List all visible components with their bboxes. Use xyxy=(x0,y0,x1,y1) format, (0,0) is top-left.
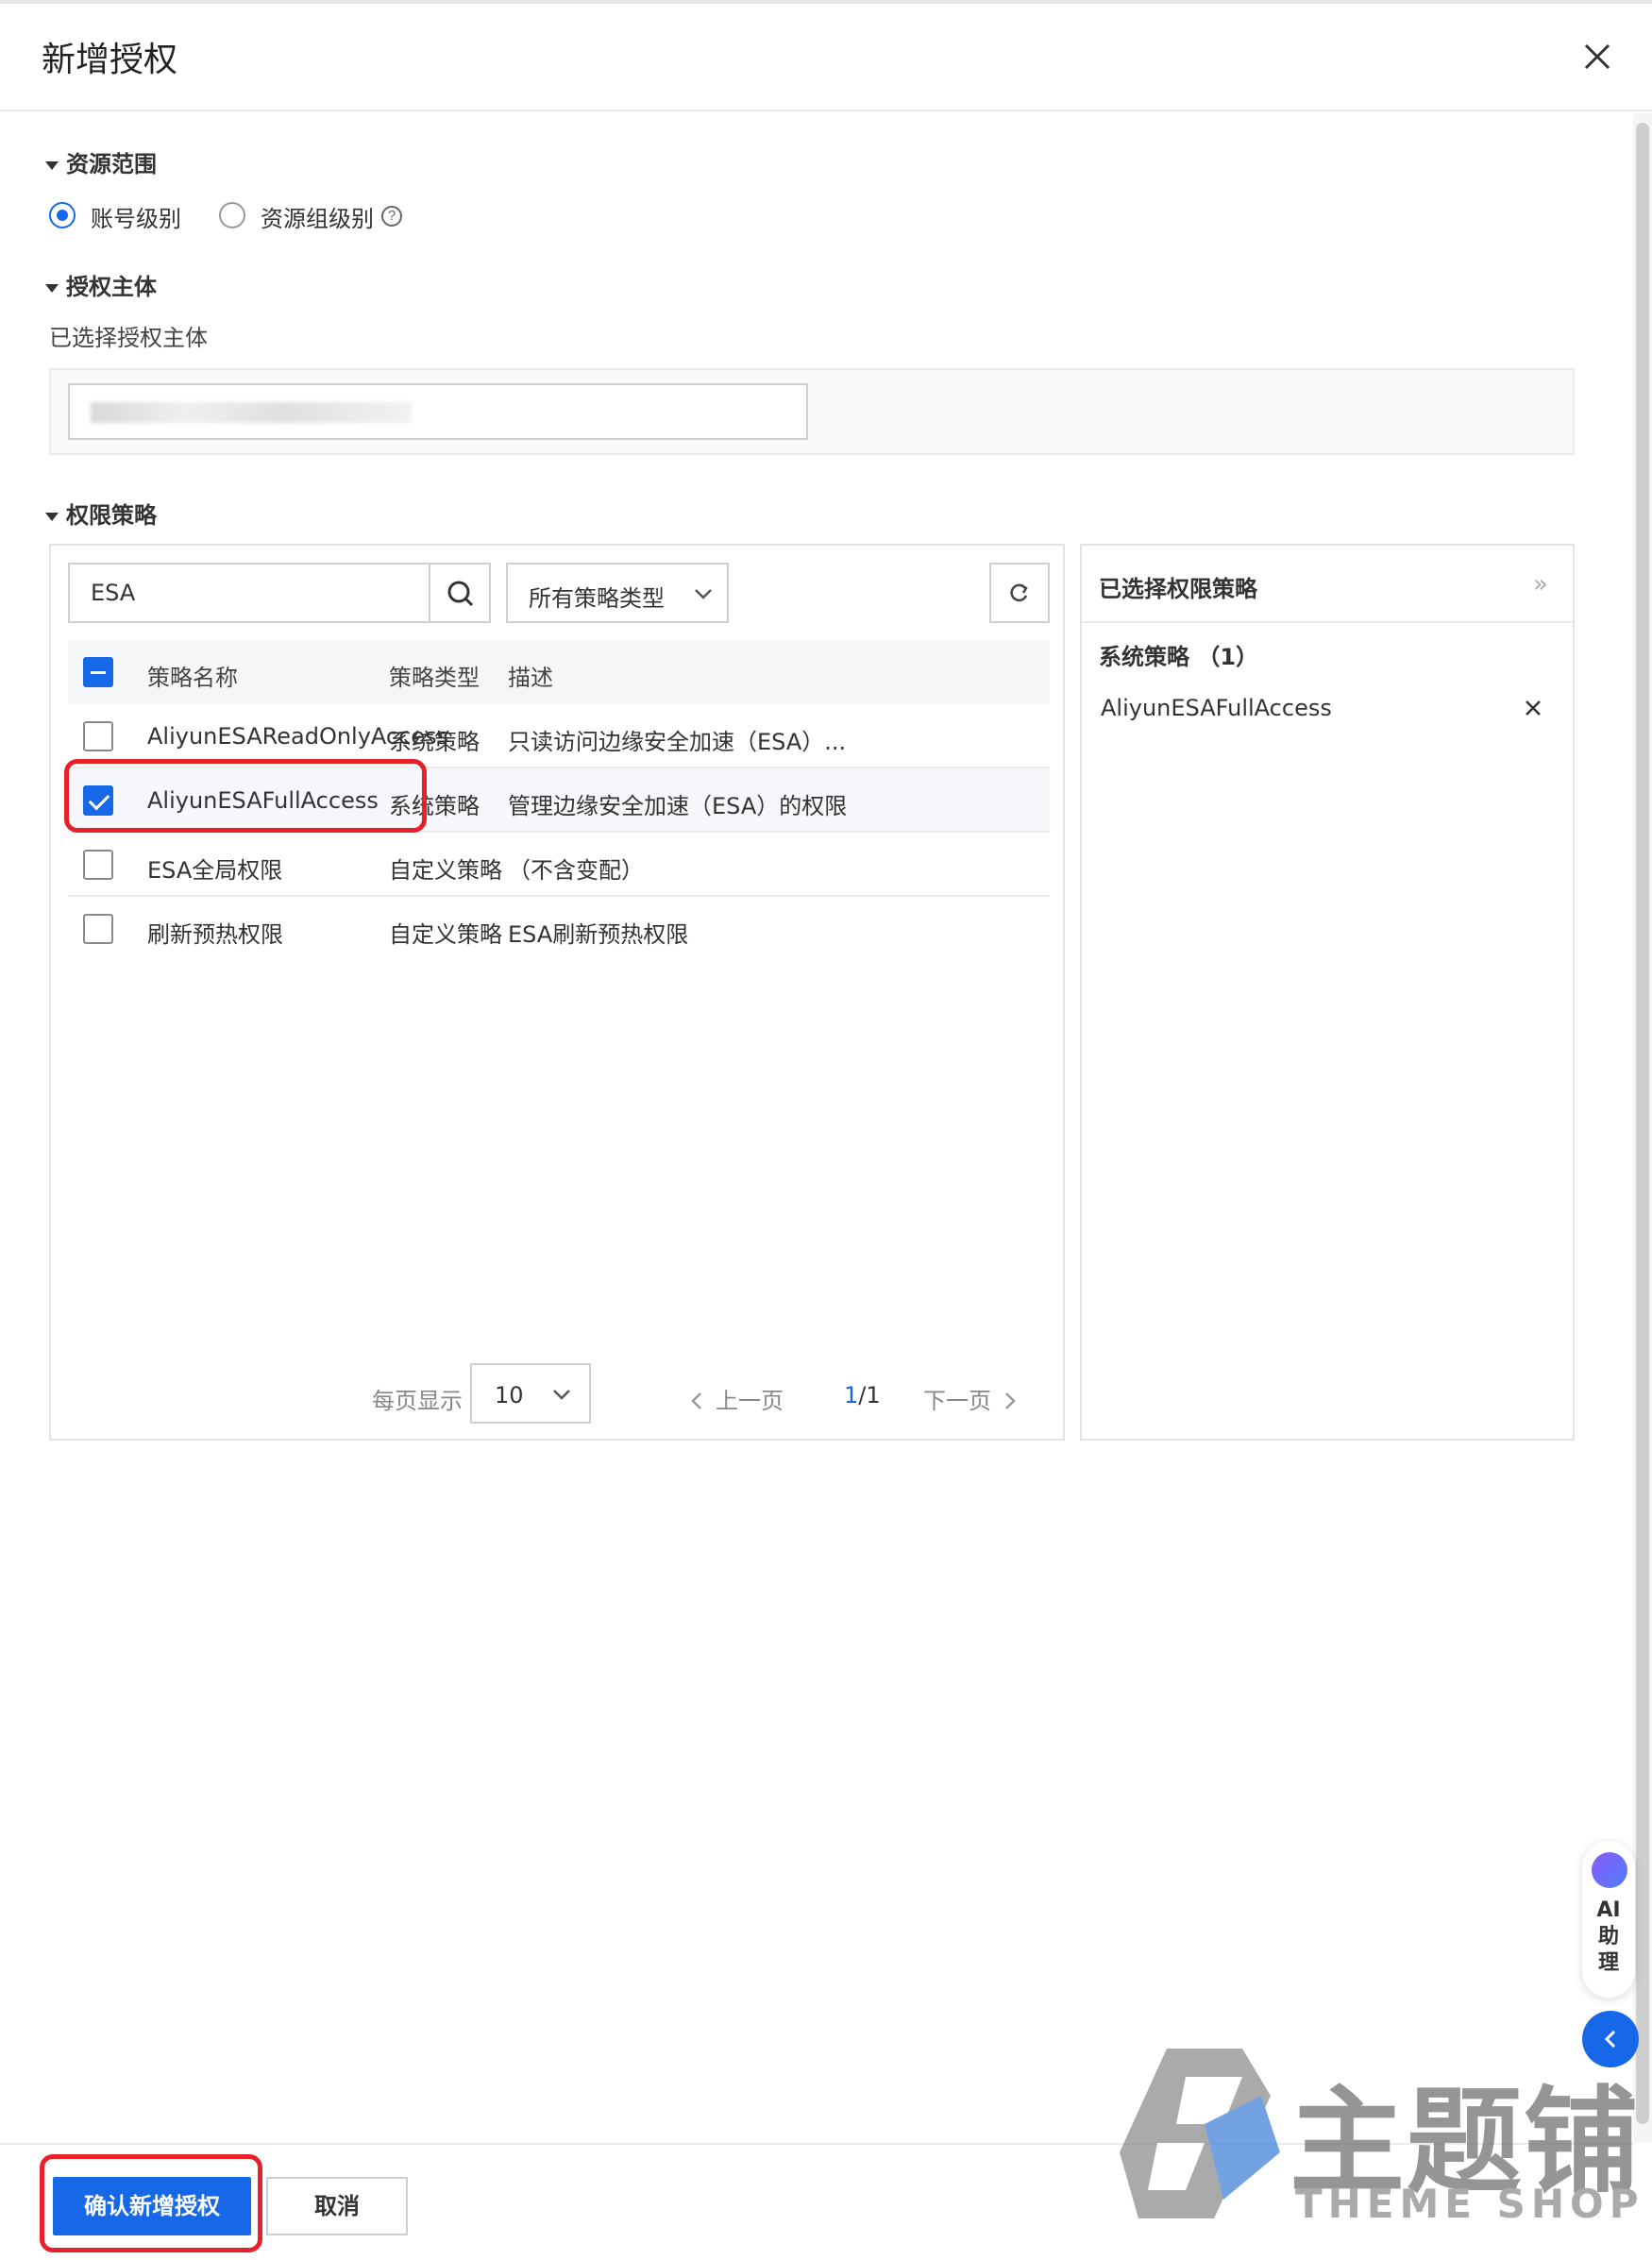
question-circle-icon[interactable]: ? xyxy=(381,206,402,227)
watermark-en: THEME SHOP xyxy=(1295,2181,1644,2227)
selected-policy-item: AliyunESAFullAccess xyxy=(1101,695,1332,721)
policy-name: ESA全局权限 xyxy=(147,857,283,884)
table-row[interactable]: ESA全局权限 自定义策略 （不含变配） xyxy=(68,833,1050,897)
scrollbar[interactable] xyxy=(1633,113,1652,2143)
policy-description: （不含变配） xyxy=(508,857,644,884)
selected-principal-label: 已选择授权主体 xyxy=(49,325,208,351)
select-all-checkbox[interactable] xyxy=(83,657,113,687)
scrollbar-thumb[interactable] xyxy=(1636,123,1649,2124)
next-page-button[interactable]: 下一页 xyxy=(923,1382,1018,1415)
prev-page-button[interactable]: 上一页 xyxy=(689,1382,784,1415)
chevron-down-icon xyxy=(553,1390,570,1400)
caret-down-icon xyxy=(45,160,59,170)
page-size-value: 10 xyxy=(495,1382,524,1408)
radio-resource-group-level[interactable] xyxy=(219,202,245,228)
section-resource-scope-label: 资源范围 xyxy=(66,151,157,177)
column-header-description: 描述 xyxy=(508,665,553,691)
policy-search-input[interactable]: ESA xyxy=(68,563,430,623)
prev-page-label: 上一页 xyxy=(716,1388,784,1414)
policy-description: ESA刷新预热权限 xyxy=(508,921,689,948)
dialog-title: 新增授权 xyxy=(42,41,178,79)
ai-assistant-label: AI助理 xyxy=(1596,1898,1621,1975)
policy-name: 刷新预热权限 xyxy=(147,921,283,948)
selected-group-label: 系统策略 （1） xyxy=(1099,644,1259,670)
page-indicator: 1/1 xyxy=(844,1382,881,1408)
close-icon[interactable] xyxy=(1578,38,1616,76)
cancel-button[interactable]: 取消 xyxy=(266,2177,408,2235)
selected-policies-title: 已选择权限策略 xyxy=(1099,576,1257,602)
chevron-down-icon xyxy=(695,589,712,599)
refresh-icon xyxy=(1010,583,1028,602)
radio-resource-group-level-label[interactable]: 资源组级别 xyxy=(261,200,374,233)
current-page: 1 xyxy=(844,1382,859,1408)
page-size-select[interactable]: 10 xyxy=(470,1363,591,1424)
table-header: 策略名称 策略类型 描述 xyxy=(68,640,1050,704)
pagination: 每页显示 10 上一页 1/1 下一页 xyxy=(51,1363,1067,1424)
row-checkbox[interactable] xyxy=(83,721,113,751)
section-policies[interactable]: 权限策略 xyxy=(45,497,157,530)
page-size-label: 每页显示 xyxy=(372,1388,463,1414)
column-header-type: 策略类型 xyxy=(389,665,480,691)
policy-description: 管理边缘安全加速（ESA）的权限 xyxy=(508,793,848,819)
double-chevron-right-icon[interactable]: » xyxy=(1533,570,1548,599)
watermark: 主题铺 THEME SHOP xyxy=(1110,2039,1639,2247)
selected-policies-header: 已选择权限策略 » xyxy=(1082,546,1573,623)
section-resource-scope[interactable]: 资源范围 xyxy=(45,145,157,178)
highlight-annotation xyxy=(64,759,427,833)
redacted-principal xyxy=(91,402,412,423)
ai-assistant-icon xyxy=(1592,1852,1627,1888)
section-principal-label: 授权主体 xyxy=(66,274,157,300)
search-button[interactable] xyxy=(429,563,491,623)
policy-type-select-value: 所有策略类型 xyxy=(529,585,665,612)
section-principal[interactable]: 授权主体 xyxy=(45,268,157,301)
watermark-logo xyxy=(1120,2049,1280,2218)
caret-down-icon xyxy=(45,283,59,293)
policy-type-select[interactable]: 所有策略类型 xyxy=(506,563,729,623)
dialog-header: 新增授权 xyxy=(0,4,1652,111)
selected-policies-panel: 已选择权限策略 » 系统策略 （1） AliyunESAFullAccess xyxy=(1080,544,1575,1441)
policy-type: 系统策略 xyxy=(389,729,480,755)
policy-description: 只读访问边缘安全加速（ESA）... xyxy=(508,729,847,755)
highlight-annotation xyxy=(40,2154,262,2252)
chevron-right-icon xyxy=(1005,1392,1016,1409)
remove-icon[interactable] xyxy=(1522,697,1544,719)
table-row[interactable]: 刷新预热权限 自定义策略 ESA刷新预热权限 xyxy=(68,897,1050,961)
chevron-left-icon xyxy=(691,1392,701,1409)
policy-type: 自定义策略 xyxy=(389,921,502,948)
ai-assistant-widget[interactable]: AI助理 xyxy=(1582,1841,1635,1998)
column-header-name: 策略名称 xyxy=(147,665,238,691)
radio-account-level[interactable] xyxy=(49,202,76,228)
section-policies-label: 权限策略 xyxy=(66,502,157,529)
policy-type: 自定义策略 xyxy=(389,857,502,884)
principal-input[interactable] xyxy=(68,383,808,440)
selected-principal-box xyxy=(49,368,1575,455)
search-icon xyxy=(447,581,474,607)
radio-account-level-label[interactable]: 账号级别 xyxy=(91,200,181,233)
refresh-button[interactable] xyxy=(989,563,1050,623)
row-checkbox[interactable] xyxy=(83,850,113,880)
next-page-label: 下一页 xyxy=(923,1388,991,1414)
total-pages: /1 xyxy=(858,1382,881,1408)
caret-down-icon xyxy=(45,512,59,521)
policy-list-panel: ESA 所有策略类型 策略名称 策略类型 描述 AliyunESAReadOnl… xyxy=(49,544,1065,1441)
row-checkbox[interactable] xyxy=(83,914,113,944)
